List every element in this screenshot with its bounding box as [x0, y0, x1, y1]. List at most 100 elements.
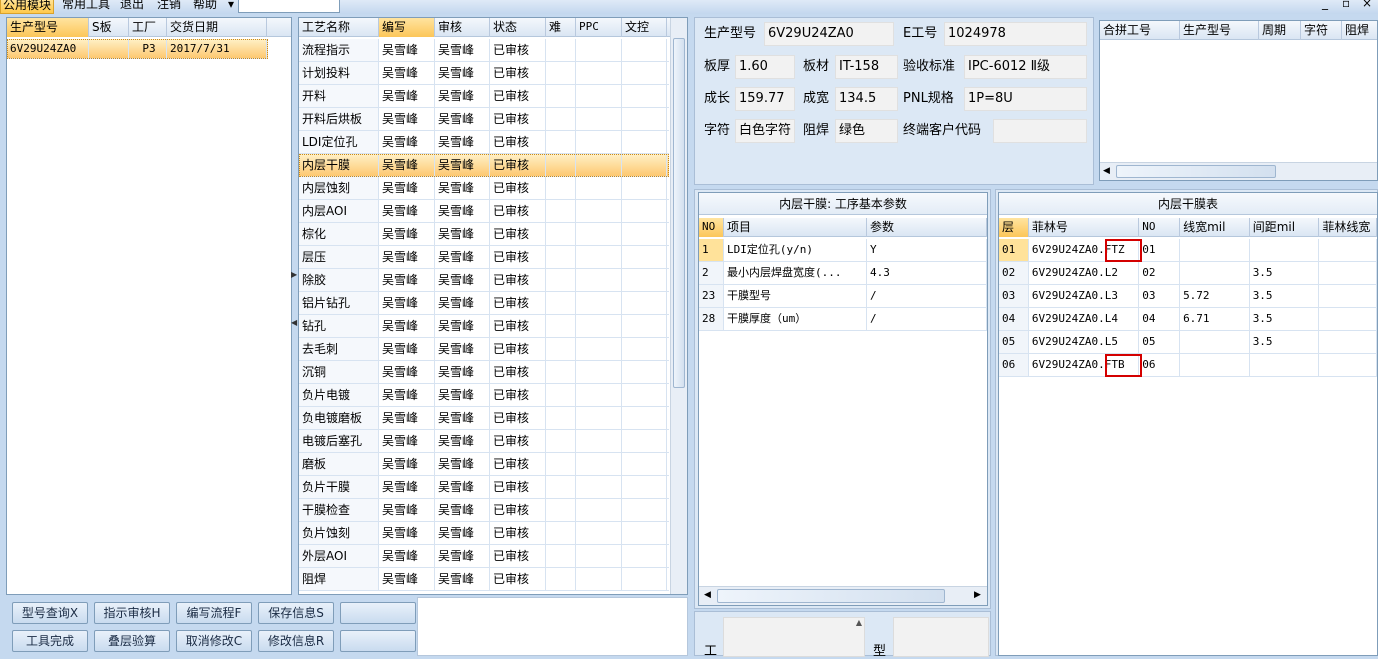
film-row[interactable]: 01 6V29U24ZA0.FTZ 01: [999, 239, 1377, 262]
customer-code-field[interactable]: [993, 119, 1087, 143]
process-row[interactable]: 沉铜 吴雪峰 吴雪峰 已审核: [299, 361, 669, 384]
model-field[interactable]: 6V29U24ZA0: [764, 22, 894, 46]
param-row[interactable]: 1 LDI定位孔(y/n) Y: [699, 239, 987, 262]
col-param-item[interactable]: 项目: [724, 218, 867, 237]
col-factory[interactable]: 工厂: [129, 18, 167, 37]
film-row[interactable]: 05 6V29U24ZA0.L5 05 3.5: [999, 331, 1377, 354]
menu-common-tools[interactable]: 常用工具: [60, 0, 112, 12]
col-s[interactable]: S板: [89, 18, 129, 37]
process-row[interactable]: 钻孔 吴雪峰 吴雪峰 已审核: [299, 315, 669, 338]
col-writer[interactable]: 编写: [379, 18, 435, 37]
help-dropdown-icon[interactable]: ▾: [226, 0, 236, 12]
process-row[interactable]: 负片干膜 吴雪峰 吴雪峰 已审核: [299, 476, 669, 499]
process-row[interactable]: 内层干膜 吴雪峰 吴雪峰 已审核: [299, 154, 669, 177]
process-row[interactable]: 干膜检查 吴雪峰 吴雪峰 已审核: [299, 499, 669, 522]
standard-field[interactable]: IPC-6012 Ⅱ级: [964, 55, 1087, 79]
process-row[interactable]: 内层蚀刻 吴雪峰 吴雪峰 已审核: [299, 177, 669, 200]
col-film-index[interactable]: NO: [1139, 218, 1181, 237]
splitter-left-icon[interactable]: ▶: [291, 270, 297, 279]
process-row[interactable]: 层压 吴雪峰 吴雪峰 已审核: [299, 246, 669, 269]
process-row[interactable]: 流程指示 吴雪峰 吴雪峰 已审核: [299, 39, 669, 62]
process-row[interactable]: 外层AOI 吴雪峰 吴雪峰 已审核: [299, 545, 669, 568]
quick-search-combo[interactable]: [238, 0, 340, 13]
material-field[interactable]: IT-158: [835, 55, 898, 79]
col-model[interactable]: 生产型号: [7, 18, 89, 37]
process-row[interactable]: 铝片钻孔 吴雪峰 吴雪峰 已审核: [299, 292, 669, 315]
merge-scroll-thumb[interactable]: [1116, 165, 1276, 178]
model-query-button[interactable]: 型号查询X: [12, 602, 88, 624]
scroll-right-icon[interactable]: ▶: [974, 590, 981, 600]
width-field[interactable]: 134.5: [835, 87, 898, 111]
process-row[interactable]: 内层AOI 吴雪峰 吴雪峰 已审核: [299, 200, 669, 223]
tool-complete-button[interactable]: 工具完成: [12, 630, 88, 652]
bottom-field-left[interactable]: ▲: [723, 617, 865, 657]
scroll-up-icon[interactable]: ▲: [856, 618, 862, 627]
process-row[interactable]: 负片电镀 吴雪峰 吴雪峰 已审核: [299, 384, 669, 407]
col-line-width[interactable]: 线宽mil: [1180, 218, 1250, 237]
col-process-name[interactable]: 工艺名称: [299, 18, 379, 37]
param-row[interactable]: 23 干膜型号 /: [699, 285, 987, 308]
param-row[interactable]: 2 最小内层焊盘宽度(... 4.3: [699, 262, 987, 285]
col-reviewer[interactable]: 审核: [435, 18, 490, 37]
process-scrollbar[interactable]: [670, 18, 687, 594]
process-row[interactable]: 磨板 吴雪峰 吴雪峰 已审核: [299, 453, 669, 476]
edit-info-button[interactable]: 修改信息R: [258, 630, 334, 652]
pnl-field[interactable]: 1P=8U: [964, 87, 1087, 111]
menu-logout[interactable]: 注销: [155, 0, 183, 12]
stack-check-button[interactable]: 叠层验算: [94, 630, 170, 652]
char-field[interactable]: 白色字符: [735, 119, 795, 143]
process-row[interactable]: 电镀后塞孔 吴雪峰 吴雪峰 已审核: [299, 430, 669, 453]
col-doc-control[interactable]: 文控: [622, 18, 667, 37]
write-flow-button[interactable]: 编写流程F: [176, 602, 252, 624]
process-row[interactable]: 开料后烘板 吴雪峰 吴雪峰 已审核: [299, 108, 669, 131]
mask-field[interactable]: 绿色: [835, 119, 898, 143]
table-row[interactable]: 6V29U24ZA0 P3 2017/7/31: [7, 39, 268, 59]
col-date[interactable]: 交货日期: [167, 18, 267, 37]
col-param-value[interactable]: 参数: [867, 218, 987, 237]
film-row[interactable]: 04 6V29U24ZA0.L4 04 6.71 3.5: [999, 308, 1377, 331]
col-merge-no[interactable]: 合拼工号: [1100, 21, 1180, 40]
process-row[interactable]: 除胶 吴雪峰 吴雪峰 已审核: [299, 269, 669, 292]
minimize-button[interactable]: _: [1322, 0, 1328, 10]
col-difficulty[interactable]: 难: [546, 18, 576, 37]
thickness-field[interactable]: 1.60: [735, 55, 795, 79]
col-merge-mask[interactable]: 阻焊: [1342, 21, 1377, 40]
col-layer[interactable]: 层: [999, 218, 1029, 237]
save-info-button[interactable]: 保存信息S: [258, 602, 334, 624]
col-film-no[interactable]: 菲林号: [1029, 218, 1140, 237]
film-row[interactable]: 02 6V29U24ZA0.L2 02 3.5: [999, 262, 1377, 285]
blank-button-1[interactable]: [340, 602, 416, 624]
params-hscrollbar[interactable]: ◀ ▶: [699, 586, 987, 605]
menu-exit[interactable]: 退出: [118, 0, 146, 12]
length-field[interactable]: 159.77: [735, 87, 795, 111]
film-row[interactable]: 06 6V29U24ZA0.FTB 06: [999, 354, 1377, 377]
close-button[interactable]: ×: [1362, 0, 1372, 10]
scroll-left-icon[interactable]: ◀: [704, 590, 711, 600]
process-row[interactable]: 负电镀磨板 吴雪峰 吴雪峰 已审核: [299, 407, 669, 430]
menu-help[interactable]: 帮助: [191, 0, 219, 12]
restore-button[interactable]: ▫: [1342, 0, 1350, 10]
scroll-left-icon[interactable]: ◀: [1103, 166, 1110, 176]
process-scroll-thumb[interactable]: [673, 38, 685, 388]
blank-button-2[interactable]: [340, 630, 416, 652]
film-row[interactable]: 03 6V29U24ZA0.L3 03 5.72 3.5: [999, 285, 1377, 308]
process-row[interactable]: LDI定位孔 吴雪峰 吴雪峰 已审核: [299, 131, 669, 154]
process-row[interactable]: 计划投料 吴雪峰 吴雪峰 已审核: [299, 62, 669, 85]
menu-public-module[interactable]: 公用模块: [0, 0, 55, 14]
col-param-no[interactable]: NO: [699, 218, 724, 237]
e-number-field[interactable]: 1024978: [944, 22, 1087, 46]
params-scroll-thumb[interactable]: [717, 589, 945, 603]
process-row[interactable]: 负片蚀刻 吴雪峰 吴雪峰 已审核: [299, 522, 669, 545]
col-merge-cycle[interactable]: 周期: [1259, 21, 1301, 40]
param-row[interactable]: 28 干膜厚度（um） /: [699, 308, 987, 331]
splitter-right-icon[interactable]: ◀: [291, 318, 297, 327]
process-row[interactable]: 阻焊 吴雪峰 吴雪峰 已审核: [299, 568, 669, 591]
cancel-edit-button[interactable]: 取消修改C: [176, 630, 252, 652]
col-merge-char[interactable]: 字符: [1301, 21, 1342, 40]
process-row[interactable]: 棕化 吴雪峰 吴雪峰 已审核: [299, 223, 669, 246]
bottom-field-right[interactable]: [893, 617, 989, 657]
col-merge-model[interactable]: 生产型号: [1180, 21, 1259, 40]
col-status[interactable]: 状态: [490, 18, 546, 37]
process-row[interactable]: 开料 吴雪峰 吴雪峰 已审核: [299, 85, 669, 108]
process-row[interactable]: 去毛刺 吴雪峰 吴雪峰 已审核: [299, 338, 669, 361]
